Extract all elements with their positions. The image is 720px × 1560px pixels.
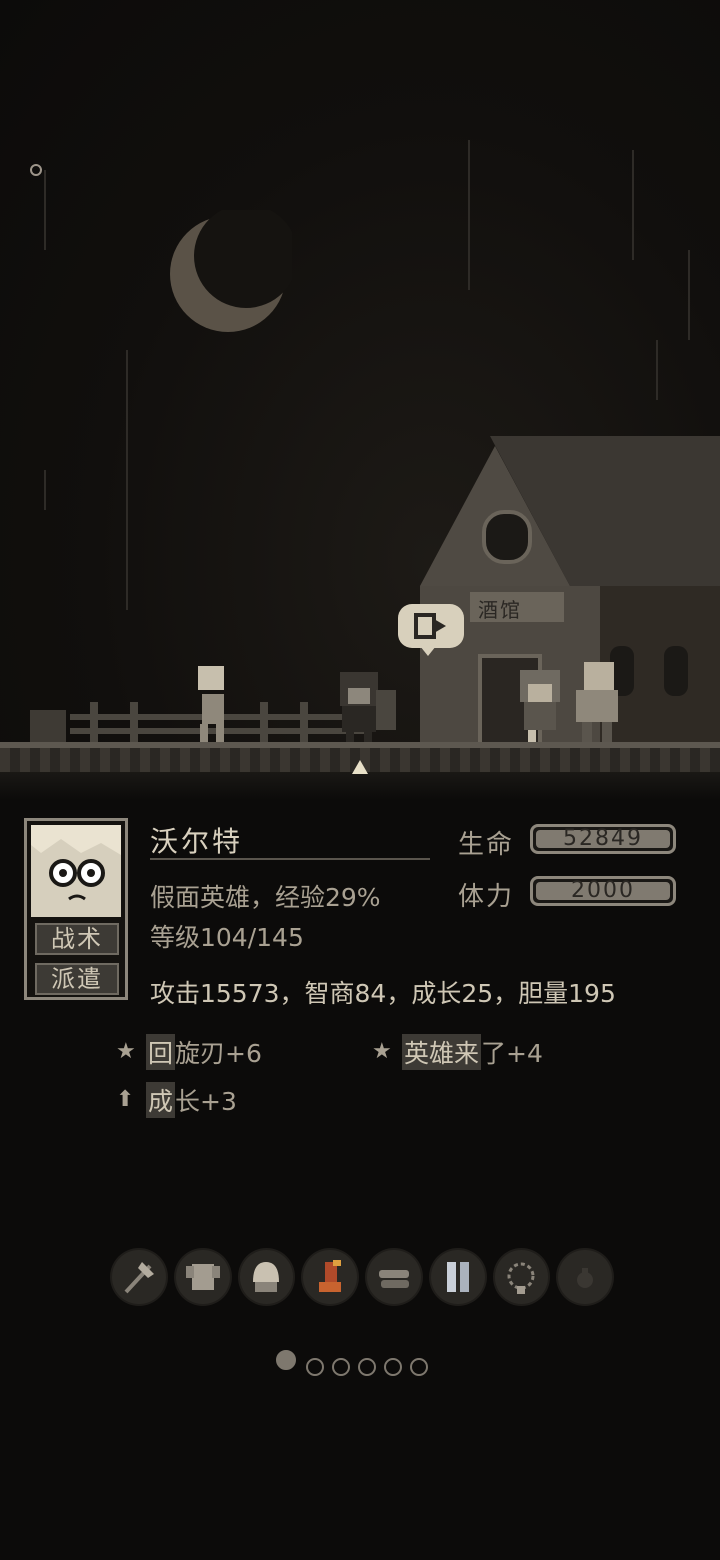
hp-label: 生命 [458, 830, 515, 860]
skill-text: 旋刃+6 [175, 1039, 262, 1068]
gloves-icon [378, 1270, 409, 1288]
crescent-moon-icon [170, 210, 292, 332]
menu-icon[interactable] [30, 164, 42, 176]
stamina-bar: 2000 [530, 876, 676, 906]
equip-slot-helmet[interactable] [237, 1248, 296, 1306]
star-icon: ★ [372, 1039, 392, 1064]
rain-streak [44, 170, 46, 250]
skill-growth[interactable]: ⬆ 成 长+3 [116, 1082, 237, 1118]
hero-portrait[interactable]: 战术 派遣 [24, 818, 128, 1000]
star-icon: ★ [116, 1039, 136, 1064]
skill-highlight: 成 [146, 1082, 176, 1118]
greaves-icon [446, 1262, 469, 1292]
rain-streak [688, 250, 690, 340]
hero-walter-sprite[interactable] [334, 668, 400, 744]
villager-npc[interactable] [516, 670, 564, 744]
hero-attributes: 攻击15573，智商84，成长25，胆量195 [150, 979, 616, 1008]
page-dot[interactable] [358, 1358, 376, 1376]
necklace-icon [507, 1262, 535, 1294]
hero-position-marker [352, 760, 368, 774]
armored-npc[interactable] [568, 662, 624, 742]
armor-icon [185, 1264, 220, 1290]
page-dot[interactable] [410, 1358, 428, 1376]
night-town-scene: 酒馆 [0, 0, 720, 800]
tavern-sign: 酒馆 [478, 598, 522, 622]
enter-tavern-bubble[interactable] [398, 604, 464, 656]
equip-slot-armor[interactable] [173, 1248, 232, 1306]
equip-slot-gloves[interactable] [365, 1248, 423, 1306]
equip-slot-weapon[interactable] [110, 1248, 168, 1306]
potion-empty-icon [577, 1268, 594, 1288]
rain-streak [656, 340, 658, 400]
boots-icon [319, 1260, 342, 1292]
page-dot-active[interactable] [276, 1350, 296, 1370]
game-screen: 酒馆 战术 派遣 沃尔特 假面英雄，经验29% 等级104/145 攻击1557… [0, 0, 720, 1560]
rain-streak [468, 140, 470, 290]
equip-slot-boots[interactable] [301, 1248, 359, 1306]
ground-shadow [0, 772, 720, 800]
skill-spin-blade[interactable]: ★ 回 旋刃+6 [116, 1034, 262, 1070]
skill-highlight: 回 [146, 1034, 176, 1070]
stamina-label: 体力 [458, 882, 515, 912]
page-dot[interactable] [332, 1358, 350, 1376]
skeleton-npc[interactable] [186, 666, 238, 744]
hero-title-exp: 假面英雄，经验29% [150, 883, 381, 912]
equip-slot-necklace[interactable] [492, 1248, 551, 1306]
hp-bar: 52849 [530, 824, 676, 854]
rain-streak [44, 470, 46, 510]
tactics-button[interactable]: 战术 [35, 923, 119, 955]
helmet-icon [253, 1262, 280, 1292]
enter-door-icon [414, 613, 446, 639]
rain-streak [126, 350, 128, 610]
equipment-bar [110, 1248, 614, 1306]
rain-streak [632, 150, 634, 260]
skill-text: 了+4 [481, 1039, 543, 1068]
equip-slot-greaves[interactable] [428, 1248, 487, 1306]
skill-hero-arrives[interactable]: ★ 英雄来 了+4 [372, 1034, 543, 1070]
skill-highlight: 英雄来 [402, 1034, 482, 1070]
skill-text: 长+3 [175, 1087, 237, 1116]
arrow-up-icon: ⬆ [116, 1087, 135, 1112]
hero-name: 沃尔特 [150, 825, 244, 858]
page-dot[interactable] [306, 1358, 324, 1376]
stamina-value: 2000 [571, 878, 635, 903]
divider [150, 858, 430, 860]
axe-weapon-icon [124, 1262, 154, 1294]
hp-value: 52849 [563, 826, 643, 851]
hero-level: 等级104/145 [150, 923, 304, 952]
dispatch-button[interactable]: 派遣 [35, 963, 119, 995]
page-dot[interactable] [384, 1358, 402, 1376]
equip-slot-accessory[interactable] [556, 1248, 614, 1306]
hero-face-icon [31, 825, 121, 917]
page-indicator [276, 1350, 428, 1376]
